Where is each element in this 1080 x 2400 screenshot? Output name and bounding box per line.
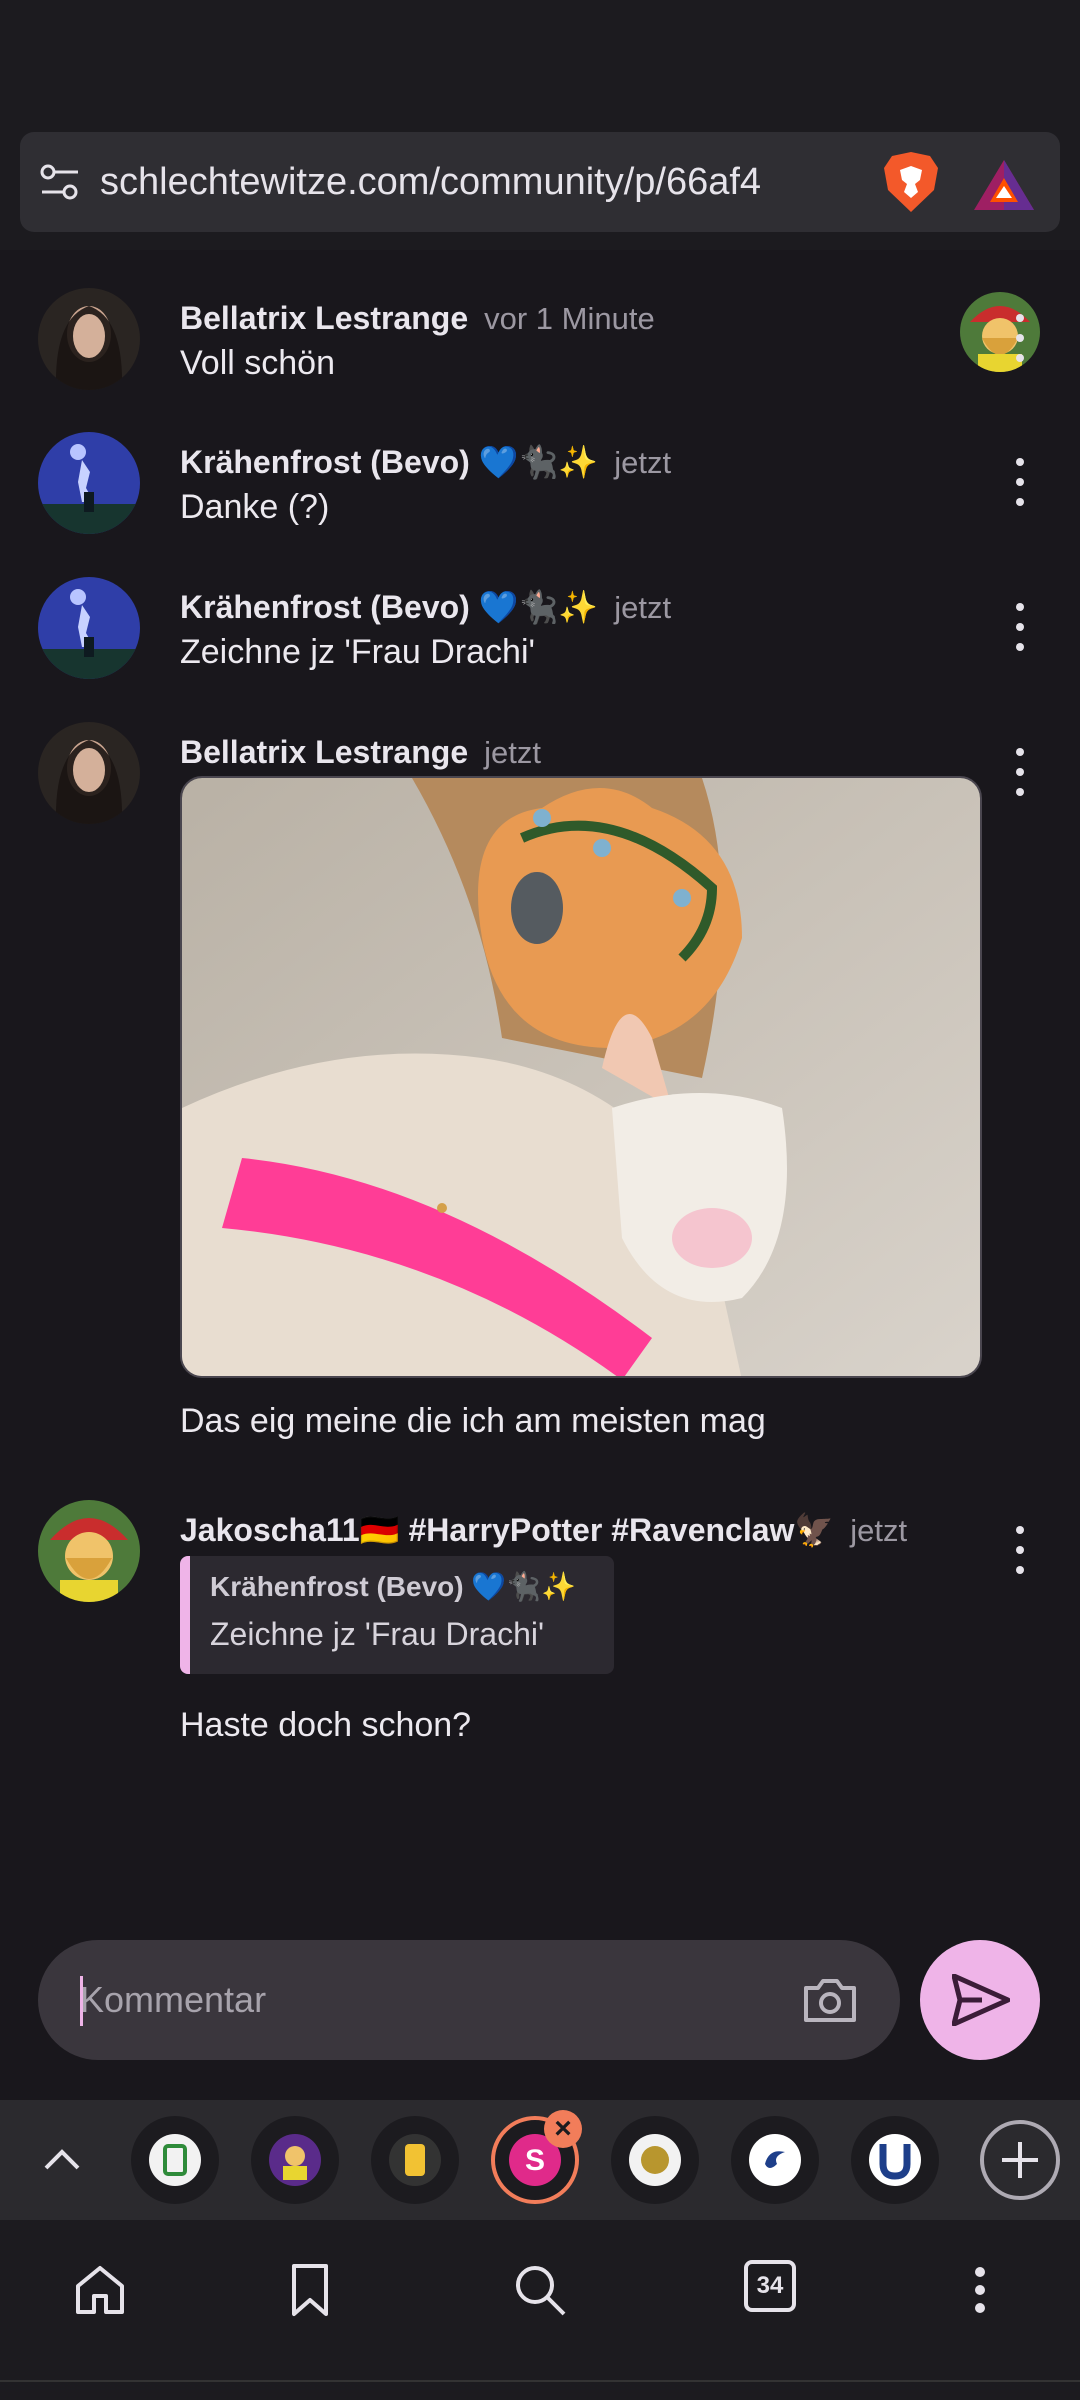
more-options-icon[interactable] <box>1006 744 1034 800</box>
tab-thumbnail[interactable] <box>251 2116 339 2204</box>
tab-thumbnail[interactable] <box>731 2116 819 2204</box>
comment-item: Krähenfrost (Bevo) 💙🐈‍⬛✨ jetzt Danke (?) <box>0 426 1080 536</box>
comment-composer <box>0 1940 1080 2100</box>
comment-text: Zeichne jz 'Frau Drachi' <box>180 633 535 671</box>
comment-item: Krähenfrost (Bevo) 💙🐈‍⬛✨ jetzt Zeichne jz… <box>0 571 1080 681</box>
more-options-icon[interactable] <box>1006 1522 1034 1578</box>
send-button[interactable] <box>920 1940 1040 2060</box>
camera-icon[interactable] <box>802 1976 858 2024</box>
comment-text: Voll schön <box>180 344 335 382</box>
comment-item: Bellatrix Lestrange vor 1 Minute Voll sch… <box>0 282 1080 392</box>
svg-text:S: S <box>525 2144 545 2177</box>
url-text[interactable]: schlechtewitze.com/community/p/66af4 <box>100 156 852 208</box>
tab-thumbnail[interactable] <box>611 2116 699 2204</box>
comment-author[interactable]: Jakoscha11🇩🇪 #HarryPotter #Ravenclaw🦅 <box>180 1512 834 1548</box>
comment-header: Bellatrix Lestrange vor 1 Minute <box>180 296 655 340</box>
comment-time: vor 1 Minute <box>484 301 655 336</box>
comment-header: Jakoscha11🇩🇪 #HarryPotter #Ravenclaw🦅 jet… <box>180 1508 907 1552</box>
text-caret <box>80 1976 83 2026</box>
comment-avatar[interactable] <box>38 432 140 534</box>
quote-text: Zeichne jz 'Frau Drachi' <box>210 1616 545 1652</box>
comment-text: Haste doch schon? <box>180 1706 472 1744</box>
comment-time: jetzt <box>614 445 672 480</box>
comment-header: Krähenfrost (Bevo) 💙🐈‍⬛✨ jetzt <box>180 585 671 629</box>
comment-time: jetzt <box>484 735 541 770</box>
more-options-icon[interactable] <box>1006 599 1034 655</box>
comment-item: Bellatrix Lestrange jetzt Das eig meine … <box>0 716 1080 1496</box>
comment-text: Danke (?) <box>180 488 330 526</box>
comments-screen: Bellatrix Lestrange vor 1 Minute Voll sch… <box>0 250 1080 2100</box>
tab-thumbnail[interactable] <box>131 2116 219 2204</box>
tab-count-button[interactable]: 34 <box>744 2260 796 2312</box>
close-tab-icon[interactable]: × <box>544 2110 582 2148</box>
rewards-icon[interactable] <box>972 158 1036 212</box>
brave-shields-icon[interactable] <box>882 150 940 214</box>
comment-author[interactable]: Krähenfrost (Bevo) 💙🐈‍⬛✨ <box>180 444 598 480</box>
tab-strip: S × <box>0 2100 1080 2220</box>
comment-author[interactable]: Krähenfrost (Bevo) 💙🐈‍⬛✨ <box>180 589 598 625</box>
home-icon[interactable] <box>70 2260 130 2320</box>
quoted-comment[interactable]: Krähenfrost (Bevo) 💙🐈‍⬛✨ Zeichne jz 'Fra… <box>180 1556 614 1674</box>
bookmark-icon[interactable] <box>280 2260 340 2320</box>
address-bar[interactable]: schlechtewitze.com/community/p/66af4 <box>20 132 1060 232</box>
comment-avatar[interactable] <box>38 577 140 679</box>
comment-avatar[interactable] <box>38 1500 140 1602</box>
comment-header: Krähenfrost (Bevo) 💙🐈‍⬛✨ jetzt <box>180 440 671 484</box>
system-gesture-bar <box>0 2380 1080 2400</box>
tab-thumbnail[interactable] <box>371 2116 459 2204</box>
comment-photo[interactable] <box>180 776 982 1378</box>
comment-time: jetzt <box>850 1513 908 1548</box>
status-bar <box>0 0 1080 120</box>
comment-author[interactable]: Bellatrix Lestrange <box>180 734 468 770</box>
comment-avatar[interactable] <box>38 722 140 824</box>
send-icon <box>952 1974 1010 2026</box>
search-icon[interactable] <box>510 2260 570 2320</box>
more-vert-icon[interactable] <box>950 2260 1010 2320</box>
new-tab-icon[interactable] <box>980 2120 1060 2200</box>
comment-input-container[interactable] <box>38 1940 900 2060</box>
comment-author[interactable]: Bellatrix Lestrange <box>180 300 468 336</box>
more-options-icon[interactable] <box>1006 454 1034 510</box>
quote-author: Krähenfrost (Bevo) 💙🐈‍⬛✨ <box>210 1571 576 1602</box>
tab-thumbnail[interactable] <box>851 2116 939 2204</box>
chevron-up-icon[interactable] <box>38 2136 86 2184</box>
browser-toolbar: schlechtewitze.com/community/p/66af4 <box>0 120 1080 250</box>
comment-avatar[interactable] <box>38 288 140 390</box>
browser-bottom-nav: 34 <box>0 2220 1080 2380</box>
more-options-icon[interactable] <box>1006 310 1034 366</box>
comment-header: Bellatrix Lestrange jetzt <box>180 730 541 774</box>
comment-input[interactable] <box>80 1970 780 2030</box>
comment-text: Das eig meine die ich am meisten mag <box>180 1402 766 1440</box>
site-settings-icon[interactable] <box>38 160 82 204</box>
comment-time: jetzt <box>614 590 672 625</box>
comment-item: Jakoscha11🇩🇪 #HarryPotter #Ravenclaw🦅 jet… <box>0 1494 1080 1754</box>
